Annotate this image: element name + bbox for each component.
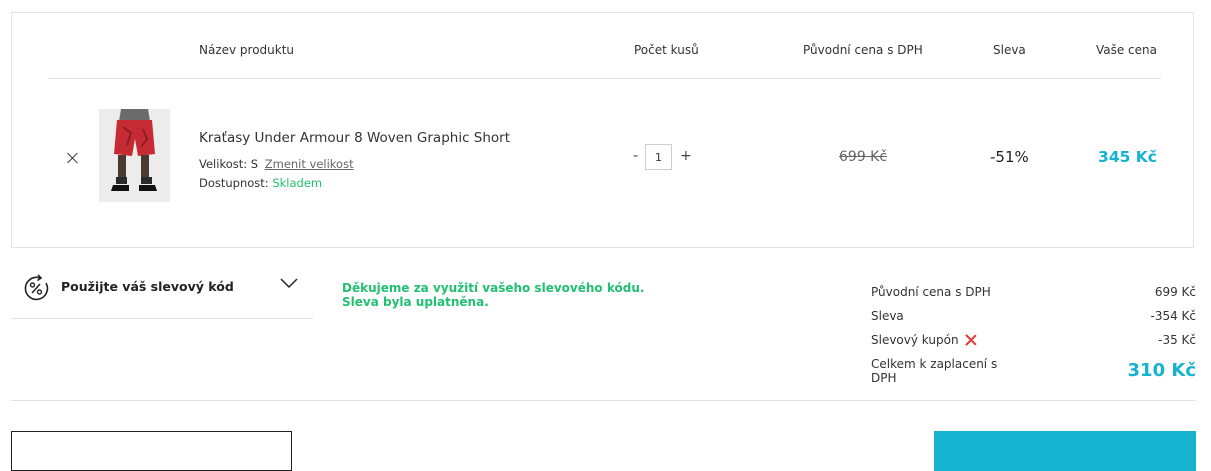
summary-discount-label: Sleva [871,309,904,323]
header-quantity: Počet kusů [634,43,699,57]
size-value: S [250,157,259,171]
qty-increase-button[interactable]: + [680,148,692,164]
header-your-price: Vaše cena [1095,43,1157,57]
product-name[interactable]: Kraťasy Under Armour 8 Woven Graphic Sho… [199,130,510,146]
coupon-success-message: Děkujeme za využití vašeho slevového kód… [342,281,644,309]
remove-item-icon[interactable] [64,149,82,167]
summary-divider [11,400,1196,401]
summary-total-value: 310 Kč [1127,360,1196,381]
summary-total-label-line2: DPH [871,371,897,385]
chevron-down-icon [280,278,298,289]
continue-button[interactable] [934,431,1196,471]
cart-table: Název produktu Počet kusů Původní cena s… [11,12,1194,248]
discount-percent: -51% [990,148,1029,166]
availability-value: Skladem [272,176,323,190]
availability-label: Dostupnost: [199,176,269,190]
header-divider [48,78,1161,79]
header-product: Název produktu [199,43,295,57]
size-label: Velikost: [199,157,248,171]
summary-total-label: Celkem k zaplacení s DPH [871,357,997,385]
change-size-link[interactable]: Zmenit velikost [265,157,354,171]
summary-original-label: Původní cena s DPH [871,285,991,299]
header-original-price: Původní cena s DPH [803,43,923,57]
product-image[interactable] [99,109,170,202]
coupon-toggle[interactable]: Použijte váš slevový kód [11,266,313,319]
percent-rotate-icon [24,274,49,301]
quantity-input[interactable] [645,144,672,170]
back-button[interactable] [11,431,292,471]
summary-total-label-line1: Celkem k zaplacení s [871,357,998,371]
product-availability: Dostupnost: Skladem [199,176,322,190]
summary-discount-value: -354 Kč [1150,309,1196,323]
remove-coupon-icon[interactable] [965,334,977,346]
summary-coupon-label: Slevový kupón [871,333,959,347]
original-price: 699 Kč [839,149,888,165]
summary-coupon-value: -35 Kč [1158,333,1196,347]
your-price: 345 Kč [1098,148,1157,166]
product-size: Velikost: S Zmenit velikost [199,157,354,171]
summary-original-value: 699 Kč [1154,285,1196,299]
coupon-success-line2: Sleva byla uplatněna. [342,295,489,309]
coupon-label: Použijte váš slevový kód [61,279,234,294]
header-discount: Sleva [993,43,1026,57]
coupon-success-line1: Děkujeme za využití vašeho slevového kód… [342,281,645,295]
qty-decrease-button[interactable]: - [633,148,638,164]
